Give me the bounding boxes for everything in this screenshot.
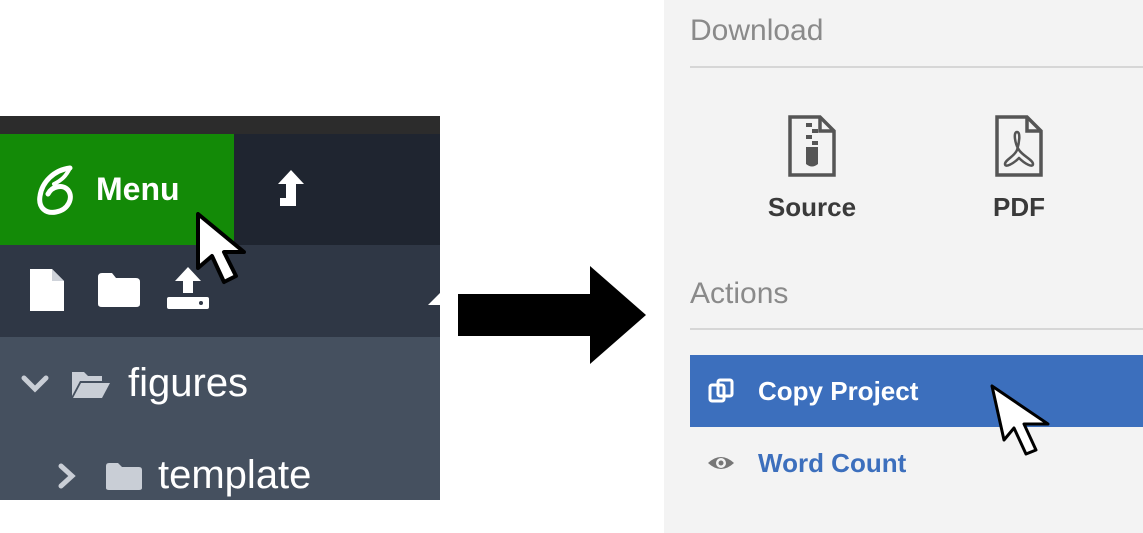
zip-file-icon <box>788 115 836 177</box>
download-pdf-button[interactable]: PDF <box>964 114 1074 223</box>
download-label: Source <box>767 192 857 222</box>
tree-folder-figures[interactable]: figures <box>20 361 248 406</box>
folder-icon <box>106 462 142 490</box>
pdf-file-icon <box>995 115 1043 177</box>
actions-section-title: Actions <box>690 277 789 310</box>
share-upload-icon[interactable] <box>272 166 310 210</box>
new-folder-icon[interactable] <box>96 271 142 309</box>
folder-open-icon <box>72 371 110 398</box>
tree-label: template <box>158 453 312 497</box>
menu-panel: Download Source PDF Actions Copy Project <box>664 0 1143 533</box>
download-section-title: Download <box>690 14 824 47</box>
chevron-down-icon[interactable] <box>20 374 50 394</box>
editor-crop: Menu figures template <box>0 116 440 500</box>
menu-label: Menu <box>96 171 180 207</box>
download-source-button[interactable]: Source <box>757 114 867 223</box>
download-label: PDF <box>993 192 1045 222</box>
transition-arrow-icon <box>458 266 646 364</box>
copy-icon <box>708 378 734 403</box>
word-count-menu-item[interactable]: Word Count <box>690 427 1143 499</box>
copy-project-menu-item[interactable]: Copy Project <box>690 355 1143 427</box>
mouse-cursor-icon <box>196 212 246 284</box>
tree-folder-template[interactable]: template <box>56 453 311 498</box>
tree-label: figures <box>128 361 249 405</box>
copy-project-label: Copy Project <box>758 375 919 406</box>
word-count-label: Word Count <box>758 447 907 478</box>
mouse-cursor-icon <box>990 384 1050 456</box>
new-file-icon[interactable] <box>28 267 66 313</box>
section-divider <box>690 328 1143 330</box>
topbar-strip <box>0 116 440 134</box>
chevron-right-icon[interactable] <box>56 461 78 491</box>
section-divider <box>690 66 1143 68</box>
overleaf-leaf-icon <box>37 165 73 215</box>
eye-icon <box>708 457 734 469</box>
file-tree: figures template <box>0 337 440 500</box>
partial-toolbar-icon[interactable] <box>428 291 440 305</box>
